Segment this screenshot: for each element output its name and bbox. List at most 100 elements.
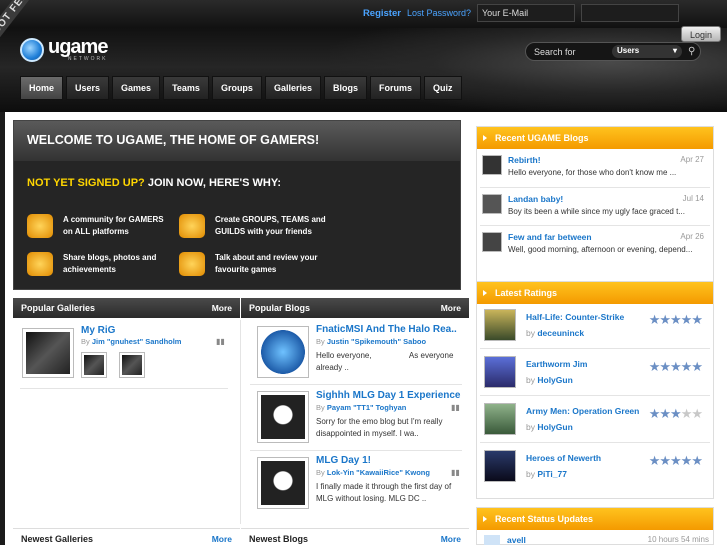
rating-item[interactable]: Earthworm Jim by HolyGun ★★★★★: [484, 356, 706, 390]
recent-blog-item[interactable]: Landan baby! Jul 14 Boy its been a while…: [482, 194, 704, 220]
recent-blog-item[interactable]: Rebirth! Apr 27 Hello everyone, for thos…: [482, 155, 704, 181]
excerpt-line: Sorry for the emo blog but I'm really: [316, 417, 443, 426]
logo-icon: [20, 38, 44, 62]
nav-home[interactable]: Home: [20, 76, 64, 100]
photos-icon: [27, 252, 53, 276]
user-link[interactable]: HolyGun: [537, 375, 572, 385]
recent-blog-date: Apr 26: [680, 232, 704, 241]
blog-avatar[interactable]: [257, 326, 309, 378]
excerpt-line: Hello everyone, As everyone: [316, 351, 454, 360]
user-link[interactable]: PiTi_77: [537, 469, 567, 479]
user-link[interactable]: deceuninck: [537, 328, 584, 338]
site-logo[interactable]: ugame NETWORK: [20, 37, 108, 62]
group-icon: [179, 214, 205, 238]
gallery-author: By Jim "gnuhest" Sandholm: [81, 337, 181, 346]
gallery-thumbnail[interactable]: [81, 352, 107, 378]
nav-quiz[interactable]: Quiz: [424, 76, 462, 100]
status-updates-title: Recent Status Updates: [477, 508, 713, 530]
recent-blog-title[interactable]: Few and far between: [508, 232, 592, 242]
feature-line: Share blogs, photos and: [63, 253, 157, 262]
avatar: [482, 232, 502, 252]
blog-excerpt: I finally made it through the first day …: [316, 481, 451, 505]
nav-users[interactable]: Users: [66, 76, 110, 100]
signup-join: JOIN NOW, HERE'S WHY:: [147, 177, 282, 189]
avatar: [482, 155, 502, 175]
game-title[interactable]: Half-Life: Counter-Strike: [526, 312, 624, 322]
views-icon: ▮▮: [451, 403, 460, 412]
recent-blog-title[interactable]: Rebirth!: [508, 155, 541, 165]
author-link[interactable]: Jim "gnuhest" Sandholm: [92, 337, 182, 346]
nav-blogs[interactable]: Blogs: [323, 76, 367, 100]
feature-line: Create GROUPS, TEAMS and: [215, 215, 326, 224]
recent-blog-item[interactable]: Few and far between Apr 26 Well, good mo…: [482, 232, 704, 258]
newest-blogs-more-link[interactable]: More: [441, 534, 461, 544]
newest-blogs-header: Newest Blogs More: [241, 528, 469, 545]
feature-line: on ALL platforms: [63, 227, 129, 236]
star-rating: ★★★★★: [648, 359, 703, 374]
popular-blogs-title: Popular Blogs: [249, 303, 311, 313]
main-nav: Home Users Games Teams Groups Galleries …: [20, 76, 462, 100]
author-link[interactable]: Payam "TT1" Toghyan: [327, 403, 407, 412]
newest-galleries-more-link[interactable]: More: [212, 534, 232, 544]
status-time: 10 hours 54 mins: [647, 535, 709, 544]
radiation-icon: [27, 214, 53, 238]
blog-avatar[interactable]: [257, 391, 309, 443]
password-field[interactable]: [581, 4, 679, 22]
feature-line: achievements: [63, 265, 116, 274]
avatar: [482, 194, 502, 214]
game-title[interactable]: Earthworm Jim: [526, 359, 587, 369]
recent-blog-title[interactable]: Landan baby!: [508, 194, 563, 204]
popular-galleries-more-link[interactable]: More: [212, 303, 232, 313]
feature-community: A community for GAMERS on ALL platforms: [27, 214, 164, 238]
game-cover[interactable]: [484, 356, 516, 388]
recent-blog-excerpt: Well, good morning, afternoon or evening…: [508, 245, 693, 254]
divider: [250, 384, 462, 385]
nav-games[interactable]: Games: [112, 76, 161, 100]
nav-galleries[interactable]: Galleries: [264, 76, 321, 100]
newest-galleries-title: Newest Galleries: [21, 534, 94, 544]
blog-excerpt: Hello everyone, As everyone already ..: [316, 350, 453, 374]
game-cover[interactable]: [484, 450, 516, 482]
author-link[interactable]: Lok-Yin "KawaiiRice" Kwong: [327, 468, 430, 477]
rating-item[interactable]: Heroes of Newerth by PiTi_77 ★★★★★: [484, 450, 706, 484]
author-link[interactable]: Justin "Spikemouth" Saboo: [327, 337, 426, 346]
status-user[interactable]: avell: [507, 535, 526, 545]
signup-prompt[interactable]: NOT YET SIGNED UP? JOIN NOW, HERE'S WHY:: [27, 177, 281, 189]
search-type-select[interactable]: Users ▾: [612, 45, 682, 58]
search-icon[interactable]: ⚲: [688, 46, 695, 57]
game-title[interactable]: Heroes of Newerth: [526, 453, 601, 463]
rating-item[interactable]: Army Men: Operation Green by HolyGun ★★★…: [484, 403, 706, 437]
blog-avatar[interactable]: [257, 457, 309, 509]
feature-share: Share blogs, photos and achievements: [27, 252, 156, 276]
game-cover[interactable]: [484, 403, 516, 435]
email-field[interactable]: Your E-Mail: [477, 4, 575, 22]
feature-line: A community for GAMERS: [63, 215, 164, 224]
nav-forums[interactable]: Forums: [370, 76, 422, 100]
excerpt-line: already ..: [316, 363, 349, 372]
popular-blogs-header: Popular Blogs More: [241, 298, 469, 318]
search-type-value: Users: [617, 46, 640, 55]
by-label: By: [316, 337, 325, 346]
feature-line: GUILDS with your friends: [215, 227, 312, 236]
blog-title[interactable]: MLG Day 1!: [316, 455, 371, 466]
latest-ratings-title: Latest Ratings: [477, 282, 713, 304]
nav-teams[interactable]: Teams: [163, 76, 209, 100]
blog-author: By Lok-Yin "KawaiiRice" Kwong: [316, 468, 430, 477]
rating-item[interactable]: Half-Life: Counter-Strike by deceuninck …: [484, 309, 706, 343]
gallery-thumbnail[interactable]: [119, 352, 145, 378]
nav-groups[interactable]: Groups: [211, 76, 262, 100]
game-title[interactable]: Army Men: Operation Green: [526, 406, 639, 416]
register-link[interactable]: Register: [363, 8, 401, 19]
blog-title[interactable]: FnaticMSI And The Halo Rea..: [316, 324, 457, 335]
gallery-main-thumbnail[interactable]: [22, 328, 74, 378]
gallery-title[interactable]: My RiG: [81, 325, 115, 336]
popular-blogs-more-link[interactable]: More: [441, 303, 461, 313]
lost-password-link[interactable]: Lost Password?: [407, 8, 471, 18]
views-icon: ▮▮: [451, 468, 460, 477]
blog-title[interactable]: Sighhh MLG Day 1 Experience: [316, 390, 460, 401]
user-link[interactable]: HolyGun: [537, 422, 572, 432]
game-cover[interactable]: [484, 309, 516, 341]
recent-blog-date: Jul 14: [682, 194, 704, 203]
divider: [480, 187, 710, 188]
login-button[interactable]: Login: [681, 26, 721, 42]
